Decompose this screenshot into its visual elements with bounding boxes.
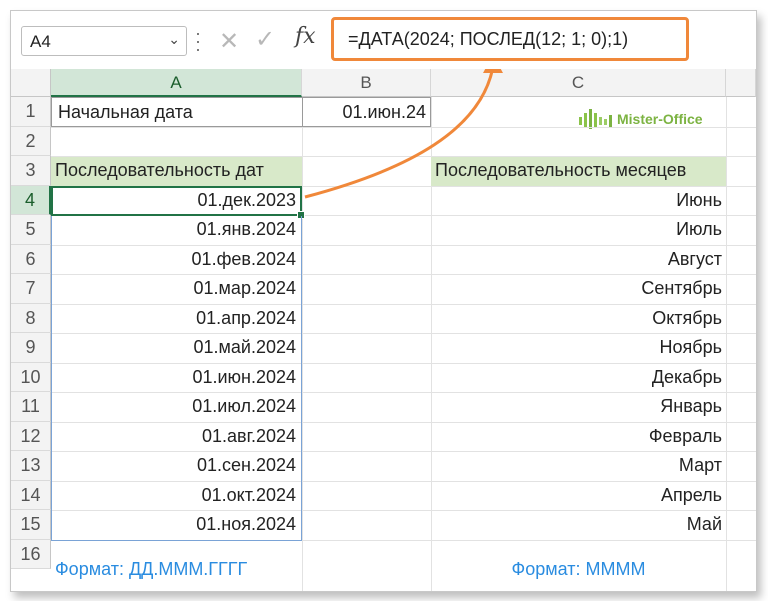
formula-input[interactable]: =ДАТА(2024; ПОСЛЕД(12; 1; 0);1) <box>331 17 689 61</box>
sheet-grid: A B C Начальная дата 01.июн.24 Последова… <box>11 69 756 591</box>
formula-text: =ДАТА(2024; ПОСЛЕД(12; 1; 0);1) <box>348 29 629 49</box>
cancel-icon[interactable]: ✕ <box>219 27 239 56</box>
enter-check-icon[interactable]: ✓ <box>255 25 275 54</box>
name-box[interactable]: A4 ⌄ <box>21 26 187 56</box>
insert-function-icon[interactable]: fx <box>295 24 316 49</box>
formula-bar: A4 ⌄ · · · ✕ ✓ fx =ДАТА(2024; ПОСЛЕД(12; 1… <box>11 11 756 69</box>
spill-range-border <box>51 216 302 541</box>
spreadsheet-window: A4 ⌄ · · · ✕ ✓ fx =ДАТА(2024; ПОСЛЕД(12; 1… <box>10 10 757 592</box>
more-options-icon[interactable]: · · · <box>195 24 201 58</box>
name-box-value: A4 <box>30 32 51 51</box>
chevron-down-icon[interactable]: ⌄ <box>168 31 180 48</box>
